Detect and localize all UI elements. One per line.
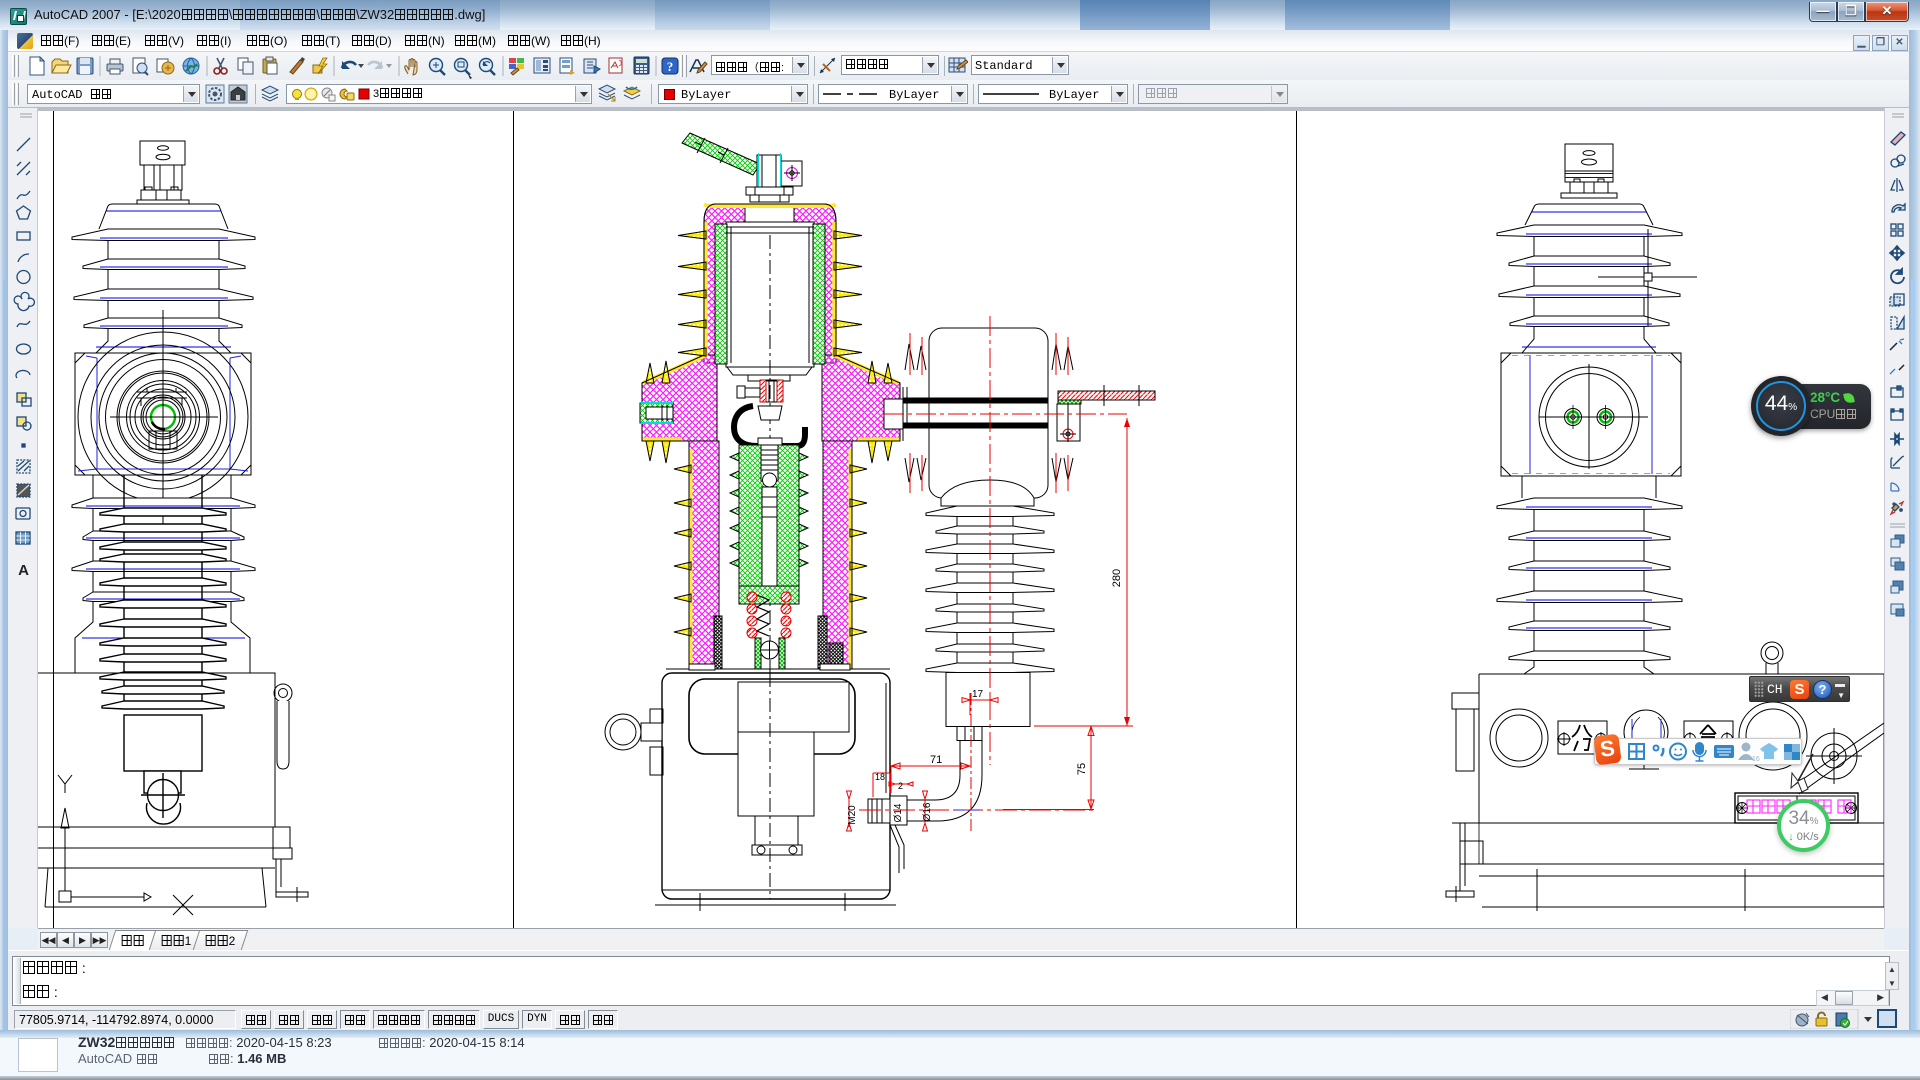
svg-text:75: 75 (1076, 763, 1088, 775)
svg-text:Ø14: Ø14 (893, 803, 904, 822)
svg-text:280: 280 (1111, 569, 1123, 587)
svg-text:18: 18 (875, 772, 885, 782)
svg-text:71: 71 (930, 754, 942, 766)
svg-text:16: 16 (1752, 756, 1760, 763)
svg-text:2: 2 (898, 781, 903, 791)
svg-text:?: ? (667, 59, 674, 74)
svg-text:17: 17 (972, 689, 984, 700)
svg-text:M20: M20 (847, 805, 858, 825)
svg-text:A: A (18, 562, 29, 579)
svg-text:Ø16: Ø16 (922, 802, 933, 821)
